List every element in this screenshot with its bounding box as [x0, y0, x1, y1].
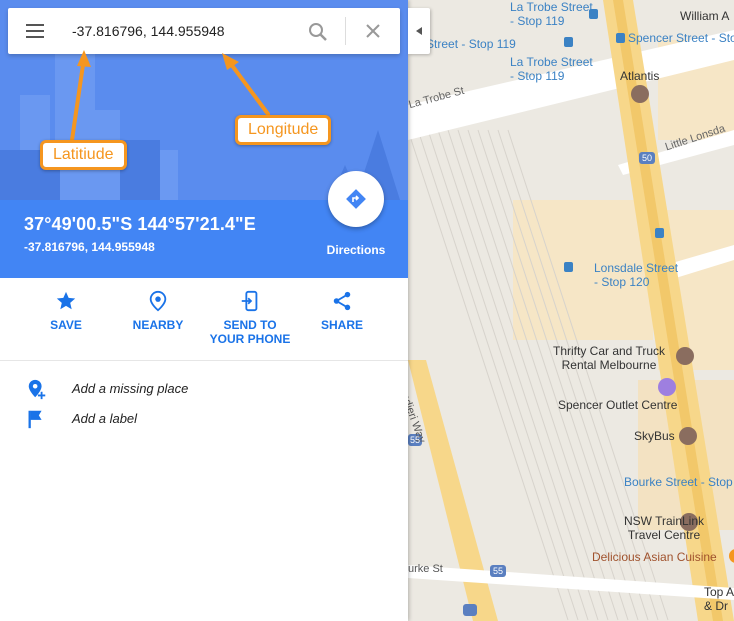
search-input[interactable]: -37.816796, 144.955948 — [72, 23, 225, 39]
add-label-row[interactable]: Add a label — [0, 408, 408, 432]
save-button[interactable]: SAVE — [21, 290, 111, 332]
action-bar: SAVE NEARBY SEND TO YOUR PHONE SHARE — [0, 278, 408, 361]
map-label-lonsdale-stop-120[interactable]: Lonsdale Street - Stop 120 — [594, 261, 678, 289]
skybus-icon — [679, 427, 697, 445]
map-label-spencer-street-stop[interactable]: Spencer Street - Stop — [628, 31, 734, 45]
add-missing-place-label: Add a missing place — [72, 381, 189, 396]
map-label-skybus[interactable]: SkyBus — [634, 429, 675, 443]
shopping-icon — [658, 378, 676, 396]
add-place-icon — [28, 379, 46, 400]
map-label-top-a[interactable]: Top A & Dr — [704, 585, 734, 613]
search-icon[interactable] — [307, 21, 329, 43]
nearby-icon — [149, 290, 167, 312]
directions-button[interactable] — [328, 171, 384, 227]
share-icon — [333, 291, 351, 311]
nearby-button[interactable]: NEARBY — [113, 290, 203, 332]
send-to-phone-button[interactable]: SEND TO YOUR PHONE — [205, 290, 295, 346]
share-label: SHARE — [320, 318, 363, 332]
close-icon[interactable] — [363, 21, 383, 41]
map-label-atlantis[interactable]: Atlantis — [620, 69, 659, 83]
save-label: SAVE — [50, 318, 82, 332]
map-label-spencer-outlet[interactable]: Spencer Outlet Centre — [558, 398, 677, 412]
route-shield-55a: 55 — [410, 435, 421, 445]
send-to-phone-icon — [241, 290, 258, 312]
map-canvas[interactable]: La Trobe Street - Stop 119 Spencer Stree… — [408, 0, 734, 621]
search-divider — [345, 17, 346, 45]
flag-icon — [28, 410, 42, 429]
hotel-icon — [631, 85, 649, 103]
nearby-label: NEARBY — [132, 318, 184, 332]
send-to-phone-label: SEND TO YOUR PHONE — [209, 318, 291, 346]
collapse-panel-button[interactable] — [408, 8, 430, 54]
share-button[interactable]: SHARE — [297, 290, 387, 332]
side-panel: -37.816796, 144.955948 37°49'00.5"S 144°… — [0, 0, 408, 621]
map-label-bourke-st: urke St — [408, 563, 443, 575]
search-box[interactable]: -37.816796, 144.955948 — [8, 8, 400, 54]
map-label-thrifty[interactable]: Thrifty Car and Truck Rental Melbourne — [553, 344, 665, 372]
latitude-callout: Latitiude — [40, 140, 127, 170]
map-label-la-trobe-stop-119-b[interactable]: La Trobe Street - Stop 119 — [510, 55, 593, 83]
map-label-nsw-trainlink[interactable]: NSW TrainLink Travel Centre — [624, 514, 704, 542]
star-icon — [56, 291, 76, 310]
add-label-label: Add a label — [72, 411, 138, 426]
add-missing-place-row[interactable]: Add a missing place — [0, 378, 408, 402]
route-shield-55b: 55 — [493, 566, 504, 576]
directions-label[interactable]: Directions — [318, 243, 394, 257]
chevron-left-icon — [416, 27, 422, 35]
directions-icon — [346, 189, 366, 209]
rental-icon — [676, 347, 694, 365]
map-label-william[interactable]: William A — [680, 9, 729, 23]
route-shield-50: 50 — [642, 153, 653, 163]
longitude-callout: Longitude — [235, 115, 332, 145]
map-label-la-trobe-stop-119[interactable]: La Trobe Street - Stop 119 — [510, 0, 593, 28]
map-label-bourke-stop[interactable]: Bourke Street - Stop — [624, 475, 733, 489]
menu-icon[interactable] — [24, 21, 48, 41]
coordinates-decimal: -37.816796, 144.955948 — [24, 240, 155, 254]
coordinates-dms: 37°49'00.5"S 144°57'21.4"E — [24, 214, 256, 234]
map-label-delicious-asian[interactable]: Delicious Asian Cuisine — [592, 550, 717, 564]
